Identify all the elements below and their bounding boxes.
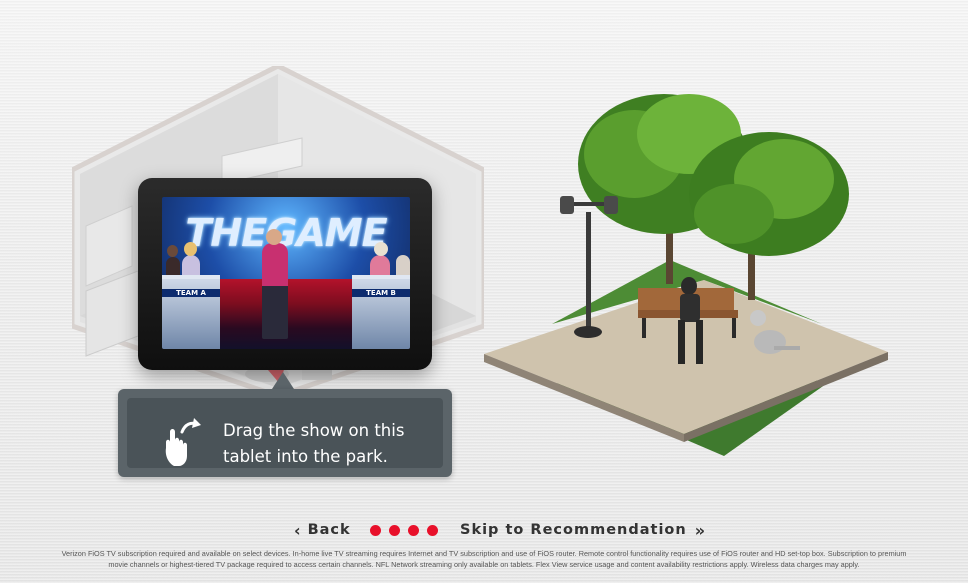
navigation-bar: ‹ Back Skip to Recommendation » <box>0 519 968 541</box>
progress-dot-2[interactable] <box>389 525 400 536</box>
tablet-device[interactable]: THEGAME TEAM A TEAM B <box>138 178 432 370</box>
tooltip-line-1: Drag the show on this <box>223 421 405 440</box>
progress-dots <box>370 525 438 536</box>
skip-to-recommendation-button[interactable]: Skip to Recommendation » <box>460 519 706 541</box>
disclaimer-line-1: Verizon FiOS TV subscription required an… <box>61 549 907 558</box>
podium-right: TEAM B <box>352 275 410 349</box>
progress-dot-4[interactable] <box>427 525 438 536</box>
chevron-left-icon: ‹ <box>294 520 302 540</box>
contestant-head <box>184 242 197 256</box>
contestant-head <box>374 242 388 256</box>
tooltip-body: Drag the show on this tablet into the pa… <box>127 398 443 468</box>
legal-disclaimer: Verizon FiOS TV subscription required an… <box>40 549 928 570</box>
back-label: Back <box>307 522 351 538</box>
host-head <box>266 229 282 245</box>
host-figure <box>262 243 288 339</box>
instruction-tooltip: Drag the show on this tablet into the pa… <box>118 389 452 477</box>
stage: THEGAME TEAM A TEAM B Drag the show on t… <box>0 0 968 583</box>
podium-right-label: TEAM B <box>352 289 410 297</box>
double-chevron-right-icon: » <box>694 520 707 540</box>
skip-label: Skip to Recommendation <box>460 522 687 538</box>
tablet-screen-show[interactable]: THEGAME TEAM A TEAM B <box>162 197 410 349</box>
disclaimer-line-2: movie channels or highest-tiered TV pack… <box>108 559 860 569</box>
hand-pointer-drag-icon <box>165 418 201 466</box>
tooltip-line-2: tablet into the park. <box>223 447 388 466</box>
tooltip-pointer <box>272 372 294 389</box>
tooltip-text: Drag the show on this tablet into the pa… <box>223 418 433 470</box>
contestant-head <box>167 245 178 257</box>
progress-dot-3[interactable] <box>408 525 419 536</box>
back-button[interactable]: ‹ Back <box>294 519 351 541</box>
podium-left-label: TEAM A <box>162 289 220 297</box>
podium-left: TEAM A <box>162 275 220 349</box>
park-drop-target[interactable] <box>484 84 894 456</box>
progress-dot-1[interactable] <box>370 525 381 536</box>
